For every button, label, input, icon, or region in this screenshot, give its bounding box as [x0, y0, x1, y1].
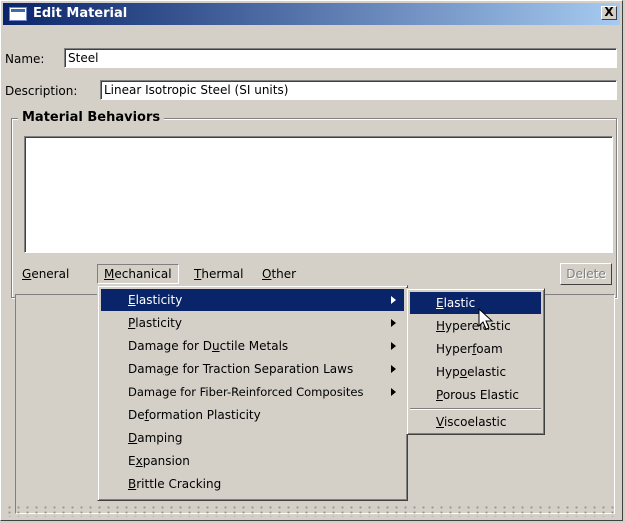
menu-item-damage-traction-separation[interactable]: Damage for Traction Separation Laws: [101, 358, 404, 380]
submenu-arrow-icon: [391, 319, 396, 327]
menu-separator: [410, 408, 541, 410]
menu-item-damage-ductile-metals[interactable]: Damage for Ductile Metals: [101, 335, 404, 357]
menu-item-hyperelastic[interactable]: Hyperelastic: [410, 315, 541, 337]
material-behaviors-title: Material Behaviors: [18, 110, 165, 125]
description-label: Description:: [5, 84, 78, 98]
elasticity-submenu: Elastic Hyperelastic Hyperfoam Hypoelast…: [406, 288, 545, 435]
menu-item-damping[interactable]: Damping: [101, 427, 404, 449]
title-bar[interactable]: Edit Material X: [3, 3, 620, 25]
menu-item-expansion[interactable]: Expansion: [101, 450, 404, 472]
menu-item-porous-elastic[interactable]: Porous Elastic: [410, 384, 541, 406]
menu-item-plasticity[interactable]: Plasticity: [101, 312, 404, 334]
name-input[interactable]: Steel: [64, 48, 617, 68]
menu-item-elastic[interactable]: Elastic: [410, 292, 541, 314]
mouse-pointer-icon: [478, 308, 494, 330]
submenu-arrow-icon: [391, 342, 396, 350]
description-input[interactable]: Linear Isotropic Steel (SI units): [100, 80, 617, 100]
delete-button[interactable]: Delete: [560, 263, 612, 285]
menu-item-hyperfoam[interactable]: Hyperfoam: [410, 338, 541, 360]
window-title: Edit Material: [33, 6, 128, 21]
menu-thermal[interactable]: Thermal: [188, 264, 249, 284]
submenu-arrow-icon: [391, 296, 396, 304]
menu-item-damage-fiber-reinforced[interactable]: Damage for Fiber-Reinforced Composites: [101, 381, 404, 403]
menu-mechanical[interactable]: Mechanical: [97, 264, 179, 284]
menu-item-viscoelastic[interactable]: Viscoelastic: [410, 411, 541, 433]
menu-item-elasticity[interactable]: Elasticity: [101, 289, 404, 311]
close-icon: X: [604, 5, 614, 19]
submenu-arrow-icon: [391, 388, 396, 396]
name-label: Name:: [5, 52, 45, 66]
menu-item-brittle-cracking[interactable]: Brittle Cracking: [101, 473, 404, 495]
mechanical-menu: Elasticity Plasticity Damage for Ductile…: [97, 285, 408, 501]
material-behaviors-list[interactable]: [24, 136, 613, 253]
menu-item-deformation-plasticity[interactable]: Deformation Plasticity: [101, 404, 404, 426]
panel-bottom-edge: [5, 505, 619, 517]
submenu-arrow-icon: [391, 365, 396, 373]
menu-other[interactable]: Other: [256, 264, 302, 284]
window-icon: [9, 7, 27, 21]
menu-general[interactable]: General: [16, 264, 75, 284]
menu-item-hypoelastic[interactable]: Hypoelastic: [410, 361, 541, 383]
close-button[interactable]: X: [601, 6, 617, 20]
